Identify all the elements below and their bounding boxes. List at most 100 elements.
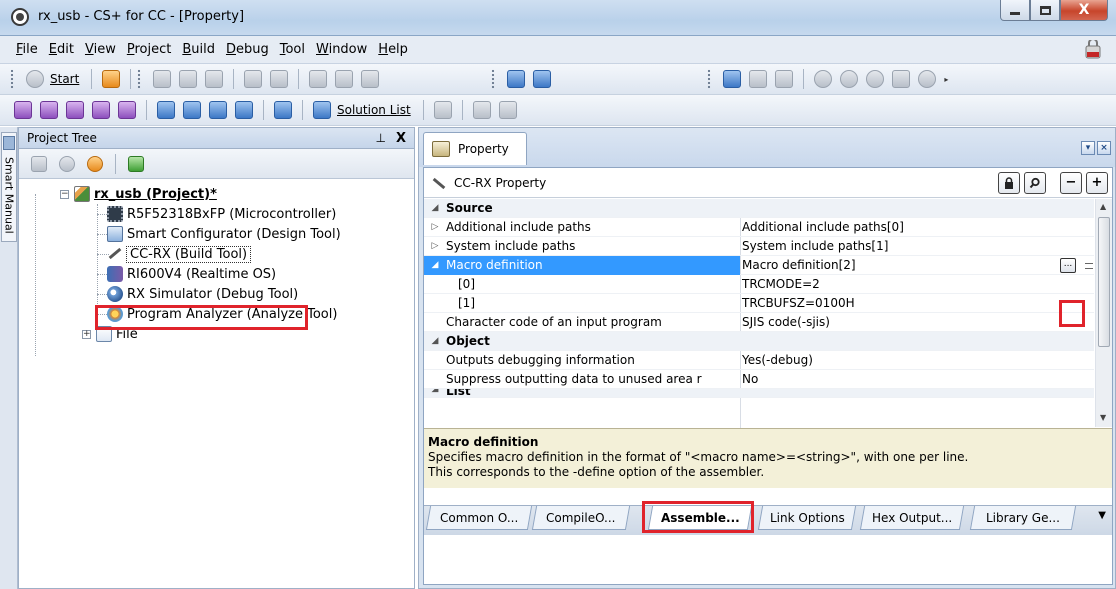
menu-project[interactable]: Project (127, 42, 172, 57)
tab-compile-options[interactable]: CompileO... (531, 506, 631, 530)
solution-list-button[interactable]: Solution List (337, 103, 411, 117)
paste-icon[interactable] (205, 70, 224, 88)
tree-node-project[interactable]: − rx_usb (Project)* (60, 184, 217, 204)
category-row-list[interactable]: ◢List (424, 389, 1094, 398)
lock-button[interactable] (998, 171, 1020, 194)
property-row-debug-info[interactable]: Outputs debugging information Yes(-debug… (424, 351, 1094, 370)
property-value[interactable]: TRCMODE=2 (742, 275, 820, 294)
toolbar-grip[interactable] (10, 69, 14, 89)
cut-icon[interactable] (153, 70, 172, 88)
property-row-additional-include[interactable]: ▷ Additional include paths Additional inc… (424, 218, 1094, 237)
offline-icon[interactable] (1084, 40, 1102, 60)
find-icon[interactable] (309, 70, 328, 88)
property-value[interactable]: Macro definition[2] (742, 256, 856, 275)
menu-debug[interactable]: Debug (226, 42, 269, 57)
menu-edit[interactable]: Edit (49, 42, 74, 57)
start-button[interactable]: Start (50, 72, 79, 86)
register-icon[interactable] (66, 101, 84, 119)
toolbar-grip[interactable] (491, 69, 496, 89)
category-row-object[interactable]: ◢ Object (424, 332, 1094, 351)
redo-icon[interactable] (270, 70, 289, 88)
property-value[interactable]: No (742, 370, 758, 389)
expand-arrow-icon[interactable]: ▷ (424, 222, 446, 232)
scroll-up-icon[interactable]: ▲ (1100, 202, 1106, 211)
menu-file[interactable]: File (16, 42, 38, 57)
tab-hex-output[interactable]: Hex Output... (859, 506, 965, 530)
menu-build[interactable]: Build (182, 42, 215, 57)
analyzer-icon[interactable] (472, 101, 491, 119)
property-value[interactable]: SJIS code(-sjis) (742, 313, 830, 332)
undo-icon[interactable] (244, 70, 263, 88)
maximize-button[interactable] (1030, 0, 1060, 21)
menu-view[interactable]: View (85, 42, 116, 57)
expand-icon[interactable]: + (82, 329, 91, 339)
download-icon[interactable] (102, 70, 121, 88)
property-row-system-include[interactable]: ▷ System include paths System include pat… (424, 237, 1094, 256)
tab-overflow-icon[interactable]: ▼ (1098, 510, 1106, 521)
event-icon[interactable] (92, 101, 110, 119)
property-value[interactable]: TRCBUFSZ=0100H (742, 294, 855, 313)
smart-manual-tab[interactable]: Smart Manual (1, 132, 17, 242)
property-value[interactable]: System include paths[1] (742, 237, 888, 256)
property-row-character-code[interactable]: Character code of an input program SJIS … (424, 313, 1094, 332)
cs-plus-app-icon[interactable] (11, 8, 29, 26)
reset-icon[interactable] (918, 70, 937, 88)
category-row-source[interactable]: ◢ Source (424, 199, 1094, 218)
collapse-arrow-icon[interactable]: ◢ (424, 389, 446, 394)
cpu-icon[interactable] (14, 101, 32, 119)
tree-node-smart-configurator[interactable]: Smart Configurator (Design Tool) (107, 224, 341, 244)
scroll-down-icon[interactable]: ▼ (1100, 413, 1106, 422)
timer-icon[interactable] (59, 155, 75, 172)
copy-icon[interactable] (179, 70, 198, 88)
close-window-button[interactable]: X (1060, 0, 1108, 21)
user-icon[interactable] (87, 155, 103, 172)
property-row-suppress-unused[interactable]: Suppress outputting data to unused area … (424, 370, 1094, 389)
call-stack-icon[interactable] (235, 101, 253, 119)
property-row-macro-definition[interactable]: ◢ Macro definition Macro definition[2] ..… (424, 255, 1094, 275)
menu-window[interactable]: Window (316, 42, 367, 57)
build-project-icon[interactable] (507, 70, 526, 88)
tree-node-realtime-os[interactable]: RI600V4 (Realtime OS) (107, 264, 276, 284)
local-variable-icon[interactable] (209, 101, 227, 119)
help-icon[interactable] (433, 101, 452, 119)
dropdown-icon[interactable]: ▾ (1081, 141, 1095, 155)
collapse-arrow-icon[interactable]: ◢ (424, 336, 446, 346)
debug-build-icon[interactable] (723, 70, 742, 88)
menu-tool[interactable]: Tool (280, 42, 305, 57)
find-in-files-icon[interactable] (361, 70, 380, 88)
minimize-button[interactable] (1000, 0, 1030, 21)
property-row-macro-0[interactable]: [0] TRCMODE=2 (424, 275, 1094, 294)
tab-library-generate[interactable]: Library Ge... (969, 506, 1077, 530)
close-icon[interactable]: X (396, 131, 406, 146)
property-row-macro-1[interactable]: [1] TRCBUFSZ=0100H (424, 294, 1094, 313)
download-debug-icon[interactable] (749, 70, 768, 88)
return-to-caller-icon[interactable] (775, 70, 794, 88)
memory-icon[interactable] (40, 101, 58, 119)
menu-help[interactable]: Help (378, 42, 408, 57)
stop-icon[interactable] (814, 70, 833, 88)
collapse-arrow-icon[interactable]: ◢ (424, 260, 446, 270)
collapse-all-button[interactable]: − (1060, 171, 1082, 194)
expand-all-button[interactable]: + (1086, 171, 1108, 194)
search-button[interactable] (1024, 171, 1046, 194)
run-icon[interactable] (866, 70, 885, 88)
sort-icon[interactable] (31, 155, 47, 172)
output-icon[interactable] (274, 101, 292, 119)
property-vertical-scrollbar[interactable]: ▲ ▼ (1095, 199, 1112, 427)
toolbar-grip[interactable] (137, 69, 142, 89)
tree-node-simulator[interactable]: RX Simulator (Debug Tool) (107, 284, 298, 304)
toolbar-overflow-icon[interactable]: ▸ (944, 75, 948, 84)
tree-node-microcontroller[interactable]: R5F52318BxFP (Microcontroller) (107, 204, 336, 224)
watch-icon[interactable] (183, 101, 201, 119)
function-list-icon[interactable] (498, 101, 517, 119)
step-return-icon[interactable] (892, 70, 911, 88)
tab-property[interactable]: Property (423, 132, 527, 165)
close-icon[interactable]: × (1097, 141, 1111, 155)
panel-icon[interactable] (157, 101, 175, 119)
rebuild-project-icon[interactable] (533, 70, 552, 88)
toolbar-grip[interactable] (707, 69, 712, 89)
scrollbar-thumb[interactable] (1098, 217, 1110, 347)
collapse-icon[interactable]: − (60, 189, 69, 199)
edit-ellipsis-button[interactable]: ... (1060, 258, 1076, 273)
refresh-icon[interactable] (128, 155, 144, 172)
